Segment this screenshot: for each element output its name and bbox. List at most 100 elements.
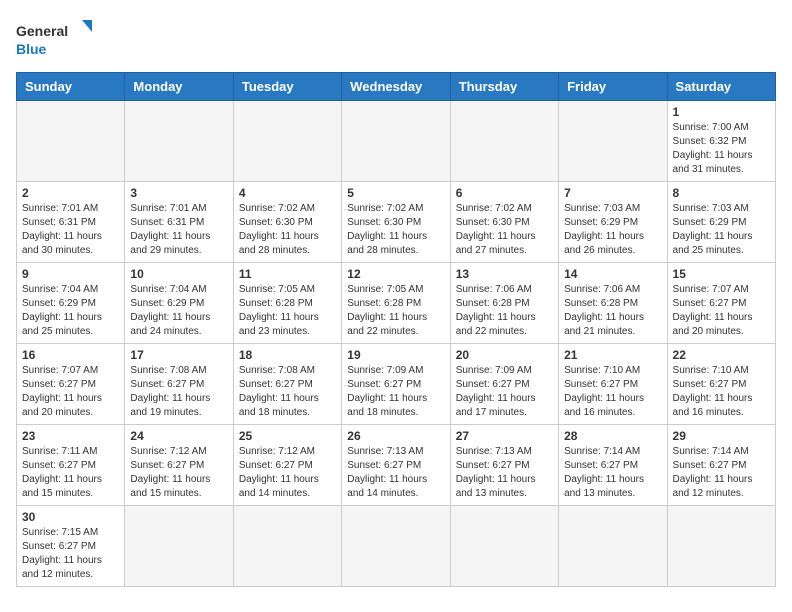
day-info: Sunrise: 7:05 AM Sunset: 6:28 PM Dayligh… [347, 283, 444, 339]
day-number: 9 [22, 267, 119, 281]
day-number: 20 [456, 348, 553, 362]
calendar-cell: 25 Sunrise: 7:12 AM Sunset: 6:27 PM Dayli… [233, 425, 341, 506]
calendar-cell: 19 Sunrise: 7:09 AM Sunset: 6:27 PM Dayli… [342, 344, 450, 425]
day-number: 2 [22, 186, 119, 200]
calendar-cell [17, 101, 125, 182]
day-info: Sunrise: 7:10 AM Sunset: 6:27 PM Dayligh… [673, 364, 770, 420]
day-info: Sunrise: 7:07 AM Sunset: 6:27 PM Dayligh… [673, 283, 770, 339]
day-info: Sunrise: 7:13 AM Sunset: 6:27 PM Dayligh… [347, 445, 444, 501]
svg-text:General: General [16, 23, 68, 39]
calendar-cell [667, 506, 775, 587]
day-number: 27 [456, 429, 553, 443]
day-number: 4 [239, 186, 336, 200]
day-number: 28 [564, 429, 661, 443]
calendar-week-4: 23 Sunrise: 7:11 AM Sunset: 6:27 PM Dayli… [17, 425, 776, 506]
calendar-cell: 28Sunrise: 7:14 AM Sunset: 6:27 PM Dayli… [559, 425, 667, 506]
calendar-cell: 17 Sunrise: 7:08 AM Sunset: 6:27 PM Dayli… [125, 344, 233, 425]
day-number: 15 [673, 267, 770, 281]
day-number: 5 [347, 186, 444, 200]
day-header-tuesday: Tuesday [233, 73, 341, 101]
calendar-cell: 5 Sunrise: 7:02 AM Sunset: 6:30 PM Daylig… [342, 182, 450, 263]
day-info: Sunrise: 7:01 AM Sunset: 6:31 PM Dayligh… [22, 202, 119, 258]
calendar-cell: 10 Sunrise: 7:04 AM Sunset: 6:29 PM Dayli… [125, 263, 233, 344]
day-info: Sunrise: 7:04 AM Sunset: 6:29 PM Dayligh… [22, 283, 119, 339]
logo-svg: General Blue [16, 16, 96, 60]
calendar-cell [125, 101, 233, 182]
calendar-cell: 16 Sunrise: 7:07 AM Sunset: 6:27 PM Dayli… [17, 344, 125, 425]
day-number: 8 [673, 186, 770, 200]
calendar-week-2: 9 Sunrise: 7:04 AM Sunset: 6:29 PM Daylig… [17, 263, 776, 344]
day-info: Sunrise: 7:03 AM Sunset: 6:29 PM Dayligh… [673, 202, 770, 258]
day-number: 18 [239, 348, 336, 362]
day-header-wednesday: Wednesday [342, 73, 450, 101]
calendar-cell [342, 101, 450, 182]
calendar-cell: 21 Sunrise: 7:10 AM Sunset: 6:27 PM Dayli… [559, 344, 667, 425]
day-number: 12 [347, 267, 444, 281]
calendar-cell: 26 Sunrise: 7:13 AM Sunset: 6:27 PM Dayli… [342, 425, 450, 506]
day-number: 19 [347, 348, 444, 362]
day-number: 10 [130, 267, 227, 281]
day-number: 25 [239, 429, 336, 443]
calendar-week-0: 1Sunrise: 7:00 AM Sunset: 6:32 PM Daylig… [17, 101, 776, 182]
day-info: Sunrise: 7:06 AM Sunset: 6:28 PM Dayligh… [564, 283, 661, 339]
calendar-cell: 1Sunrise: 7:00 AM Sunset: 6:32 PM Daylig… [667, 101, 775, 182]
day-info: Sunrise: 7:02 AM Sunset: 6:30 PM Dayligh… [456, 202, 553, 258]
day-info: Sunrise: 7:07 AM Sunset: 6:27 PM Dayligh… [22, 364, 119, 420]
day-number: 29 [673, 429, 770, 443]
day-number: 22 [673, 348, 770, 362]
calendar-cell: 30 Sunrise: 7:15 AM Sunset: 6:27 PM Dayli… [17, 506, 125, 587]
day-header-saturday: Saturday [667, 73, 775, 101]
day-info: Sunrise: 7:09 AM Sunset: 6:27 PM Dayligh… [456, 364, 553, 420]
calendar-cell [233, 101, 341, 182]
calendar-header-row: SundayMondayTuesdayWednesdayThursdayFrid… [17, 73, 776, 101]
day-header-monday: Monday [125, 73, 233, 101]
day-info: Sunrise: 7:10 AM Sunset: 6:27 PM Dayligh… [564, 364, 661, 420]
day-info: Sunrise: 7:15 AM Sunset: 6:27 PM Dayligh… [22, 526, 119, 582]
calendar-week-1: 2 Sunrise: 7:01 AM Sunset: 6:31 PM Daylig… [17, 182, 776, 263]
calendar-cell [450, 101, 558, 182]
day-header-sunday: Sunday [17, 73, 125, 101]
day-info: Sunrise: 7:01 AM Sunset: 6:31 PM Dayligh… [130, 202, 227, 258]
calendar-cell: 23 Sunrise: 7:11 AM Sunset: 6:27 PM Dayli… [17, 425, 125, 506]
calendar-cell [233, 506, 341, 587]
day-number: 26 [347, 429, 444, 443]
day-info: Sunrise: 7:12 AM Sunset: 6:27 PM Dayligh… [130, 445, 227, 501]
calendar-cell: 24 Sunrise: 7:12 AM Sunset: 6:27 PM Dayli… [125, 425, 233, 506]
day-info: Sunrise: 7:02 AM Sunset: 6:30 PM Dayligh… [347, 202, 444, 258]
day-number: 6 [456, 186, 553, 200]
calendar-table: SundayMondayTuesdayWednesdayThursdayFrid… [16, 72, 776, 587]
day-info: Sunrise: 7:06 AM Sunset: 6:28 PM Dayligh… [456, 283, 553, 339]
day-info: Sunrise: 7:09 AM Sunset: 6:27 PM Dayligh… [347, 364, 444, 420]
day-info: Sunrise: 7:04 AM Sunset: 6:29 PM Dayligh… [130, 283, 227, 339]
day-info: Sunrise: 7:13 AM Sunset: 6:27 PM Dayligh… [456, 445, 553, 501]
calendar-cell [342, 506, 450, 587]
calendar-cell: 12 Sunrise: 7:05 AM Sunset: 6:28 PM Dayli… [342, 263, 450, 344]
day-number: 17 [130, 348, 227, 362]
calendar-cell: 6 Sunrise: 7:02 AM Sunset: 6:30 PM Daylig… [450, 182, 558, 263]
svg-text:Blue: Blue [16, 41, 47, 57]
logo: General Blue [16, 16, 96, 60]
calendar-week-5: 30 Sunrise: 7:15 AM Sunset: 6:27 PM Dayli… [17, 506, 776, 587]
day-number: 3 [130, 186, 227, 200]
calendar-cell: 9 Sunrise: 7:04 AM Sunset: 6:29 PM Daylig… [17, 263, 125, 344]
day-number: 14 [564, 267, 661, 281]
calendar-cell: 15 Sunrise: 7:07 AM Sunset: 6:27 PM Dayli… [667, 263, 775, 344]
calendar-cell: 27 Sunrise: 7:13 AM Sunset: 6:27 PM Dayli… [450, 425, 558, 506]
day-info: Sunrise: 7:08 AM Sunset: 6:27 PM Dayligh… [130, 364, 227, 420]
day-number: 24 [130, 429, 227, 443]
calendar-cell: 7Sunrise: 7:03 AM Sunset: 6:29 PM Daylig… [559, 182, 667, 263]
page-header: General Blue [16, 16, 776, 60]
day-info: Sunrise: 7:11 AM Sunset: 6:27 PM Dayligh… [22, 445, 119, 501]
calendar-cell [559, 101, 667, 182]
day-number: 23 [22, 429, 119, 443]
calendar-cell: 11 Sunrise: 7:05 AM Sunset: 6:28 PM Dayli… [233, 263, 341, 344]
day-number: 16 [22, 348, 119, 362]
day-info: Sunrise: 7:12 AM Sunset: 6:27 PM Dayligh… [239, 445, 336, 501]
day-number: 30 [22, 510, 119, 524]
calendar-cell: 13Sunrise: 7:06 AM Sunset: 6:28 PM Dayli… [450, 263, 558, 344]
calendar-cell: 18Sunrise: 7:08 AM Sunset: 6:27 PM Dayli… [233, 344, 341, 425]
day-number: 21 [564, 348, 661, 362]
day-info: Sunrise: 7:05 AM Sunset: 6:28 PM Dayligh… [239, 283, 336, 339]
day-info: Sunrise: 7:03 AM Sunset: 6:29 PM Dayligh… [564, 202, 661, 258]
day-number: 11 [239, 267, 336, 281]
